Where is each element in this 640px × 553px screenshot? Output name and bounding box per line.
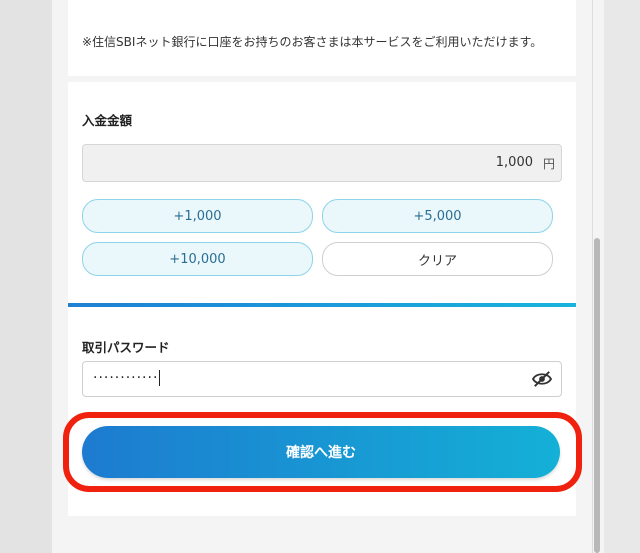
scrollbar-thumb[interactable] bbox=[594, 238, 600, 553]
window-edge bbox=[604, 0, 640, 553]
eye-slash-icon[interactable] bbox=[531, 370, 553, 388]
service-notice: ※住信SBIネット銀行に口座をお持ちのお客さまは本サービスをご利用いただけます。 bbox=[82, 35, 543, 49]
add-5000-button[interactable]: +5,000 bbox=[322, 199, 553, 233]
add-1000-button[interactable]: +1,000 bbox=[82, 199, 313, 233]
password-masked-text: ············ bbox=[93, 370, 161, 386]
confirm-button[interactable]: 確認へ進む bbox=[82, 426, 560, 478]
deposit-amount-unit: 円 bbox=[542, 157, 555, 171]
deposit-amount-label: 入金金額 bbox=[82, 113, 133, 128]
trade-password-input[interactable]: ············ bbox=[82, 361, 562, 397]
clear-button[interactable]: クリア bbox=[322, 242, 553, 276]
add-10000-button[interactable]: +10,000 bbox=[82, 242, 313, 276]
trade-password-label: 取引パスワード bbox=[82, 340, 170, 355]
text-caret bbox=[159, 370, 161, 386]
section-divider bbox=[68, 303, 576, 307]
deposit-amount-value: 1,000 bbox=[495, 155, 533, 170]
notice-card: ※住信SBIネット銀行に口座をお持ちのお客さまは本サービスをご利用いただけます。 bbox=[68, 0, 576, 76]
deposit-amount-field[interactable]: 1,000 円 bbox=[82, 144, 562, 182]
